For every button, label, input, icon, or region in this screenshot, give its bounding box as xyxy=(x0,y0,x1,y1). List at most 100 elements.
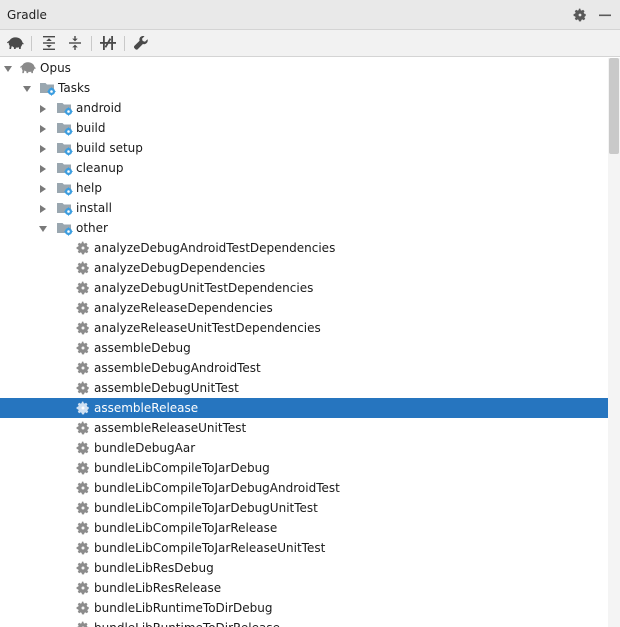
gear-icon xyxy=(76,481,92,497)
task-group-android[interactable]: android xyxy=(0,98,608,118)
chevron-down-icon[interactable] xyxy=(3,63,13,73)
task-item[interactable]: bundleDebugAar xyxy=(0,438,608,458)
gear-icon xyxy=(76,461,92,477)
task-item[interactable]: bundleLibResRelease xyxy=(0,578,608,598)
toolbar-separator xyxy=(91,36,92,51)
tree-node-label: help xyxy=(76,181,102,195)
task-group-other[interactable]: other xyxy=(0,218,608,238)
tree-node-tasks[interactable]: Tasks xyxy=(0,78,608,98)
tree-node-label: bundleLibCompileToJarDebugAndroidTest xyxy=(94,481,340,495)
task-item[interactable]: bundleLibCompileToJarRelease xyxy=(0,518,608,538)
gear-icon xyxy=(76,241,92,257)
tree-root-opus[interactable]: Opus xyxy=(0,58,608,78)
task-group-install[interactable]: install xyxy=(0,198,608,218)
folder-gear-icon xyxy=(57,120,73,136)
task-item[interactable]: assembleDebugAndroidTest xyxy=(0,358,608,378)
task-group-help[interactable]: help xyxy=(0,178,608,198)
gear-icon xyxy=(76,261,92,277)
chevron-down-icon[interactable] xyxy=(22,83,32,93)
tree-node-label: analyzeReleaseUnitTestDependencies xyxy=(94,321,321,335)
tree-node-label: bundleLibCompileToJarDebug xyxy=(94,461,270,475)
gear-icon xyxy=(76,501,92,517)
gear-icon xyxy=(76,621,92,627)
task-item[interactable]: assembleDebugUnitTest xyxy=(0,378,608,398)
tree-node-label: analyzeDebugUnitTestDependencies xyxy=(94,281,314,295)
gear-icon xyxy=(76,381,92,397)
tree-node-label: assembleDebugAndroidTest xyxy=(94,361,261,375)
gear-icon xyxy=(76,401,92,417)
elephant-icon[interactable] xyxy=(5,34,25,52)
gear-icon xyxy=(76,321,92,337)
expand-all-icon[interactable] xyxy=(39,34,59,52)
gradle-task-tree[interactable]: Opus Tasks android build build setup cle… xyxy=(0,58,608,627)
tree-node-label: install xyxy=(76,201,112,215)
tool-window-header: Gradle xyxy=(0,0,620,30)
folder-gear-icon xyxy=(57,200,73,216)
task-item[interactable]: bundleLibRuntimeToDirRelease xyxy=(0,618,608,627)
task-item[interactable]: bundleLibRuntimeToDirDebug xyxy=(0,598,608,618)
task-item[interactable]: bundleLibCompileToJarDebugUnitTest xyxy=(0,498,608,518)
task-group-cleanup[interactable]: cleanup xyxy=(0,158,608,178)
tree-node-label: analyzeDebugDependencies xyxy=(94,261,266,275)
gear-icon[interactable] xyxy=(572,7,588,23)
tree-node-label: bundleLibCompileToJarDebugUnitTest xyxy=(94,501,318,515)
scrollbar-thumb[interactable] xyxy=(609,58,619,154)
tree-node-label: assembleRelease xyxy=(94,401,199,415)
vertical-scrollbar[interactable] xyxy=(608,58,620,627)
task-group-build[interactable]: build xyxy=(0,118,608,138)
tree-node-label: bundleLibRuntimeToDirRelease xyxy=(94,621,280,627)
tree-node-label: bundleLibResDebug xyxy=(94,561,214,575)
minimize-icon[interactable] xyxy=(597,7,613,23)
wrench-icon[interactable] xyxy=(131,34,151,52)
collapse-all-icon[interactable] xyxy=(65,34,85,52)
tree-node-label: analyzeDebugAndroidTestDependencies xyxy=(94,241,336,255)
chevron-right-icon[interactable] xyxy=(38,163,48,173)
task-item[interactable]: analyzeDebugAndroidTestDependencies xyxy=(0,238,608,258)
gear-icon xyxy=(76,581,92,597)
tree-node-label: android xyxy=(76,101,122,115)
gear-icon xyxy=(76,421,92,437)
toolbar-separator xyxy=(31,36,32,51)
gear-icon xyxy=(76,301,92,317)
chevron-right-icon[interactable] xyxy=(38,203,48,213)
folder-gear-icon xyxy=(57,140,73,156)
tree-node-label: build setup xyxy=(76,141,143,155)
gear-icon xyxy=(76,441,92,457)
task-item[interactable]: analyzeDebugUnitTestDependencies xyxy=(0,278,608,298)
task-item[interactable]: assembleDebug xyxy=(0,338,608,358)
tree-node-label: bundleDebugAar xyxy=(94,441,196,455)
tree-node-label: other xyxy=(76,221,108,235)
folder-gear-icon xyxy=(57,180,73,196)
tree-node-label: Opus xyxy=(40,61,71,75)
gear-icon xyxy=(76,601,92,617)
task-item[interactable]: bundleLibCompileToJarDebugAndroidTest xyxy=(0,478,608,498)
task-item[interactable]: bundleLibCompileToJarReleaseUnitTest xyxy=(0,538,608,558)
tree-node-label: Tasks xyxy=(58,81,91,95)
chevron-right-icon[interactable] xyxy=(38,143,48,153)
task-item[interactable]: bundleLibCompileToJarDebug xyxy=(0,458,608,478)
task-item[interactable]: bundleLibResDebug xyxy=(0,558,608,578)
chevron-right-icon[interactable] xyxy=(38,123,48,133)
chevron-down-icon[interactable] xyxy=(38,223,48,233)
folder-gear-icon xyxy=(40,80,56,96)
tree-node-label: bundleLibCompileToJarReleaseUnitTest xyxy=(94,541,326,555)
tree-node-label: build xyxy=(76,121,106,135)
gear-icon xyxy=(76,281,92,297)
gear-icon xyxy=(76,561,92,577)
task-item[interactable]: analyzeReleaseDependencies xyxy=(0,298,608,318)
tree-node-label: bundleLibRuntimeToDirDebug xyxy=(94,601,273,615)
gradle-toolbar xyxy=(0,30,620,57)
toggle-offline-icon[interactable] xyxy=(98,34,118,52)
tree-node-label: cleanup xyxy=(76,161,124,175)
tree-node-label: assembleDebug xyxy=(94,341,191,355)
chevron-right-icon[interactable] xyxy=(38,183,48,193)
task-item[interactable]: analyzeReleaseUnitTestDependencies xyxy=(0,318,608,338)
task-item[interactable]: analyzeDebugDependencies xyxy=(0,258,608,278)
task-group-build-setup[interactable]: build setup xyxy=(0,138,608,158)
panel-title: Gradle xyxy=(7,8,47,22)
toolbar-separator xyxy=(124,36,125,51)
chevron-right-icon[interactable] xyxy=(38,103,48,113)
tree-node-label: bundleLibResRelease xyxy=(94,581,222,595)
task-item[interactable]: assembleReleaseUnitTest xyxy=(0,418,608,438)
task-item-selected[interactable]: assembleRelease xyxy=(0,398,608,418)
